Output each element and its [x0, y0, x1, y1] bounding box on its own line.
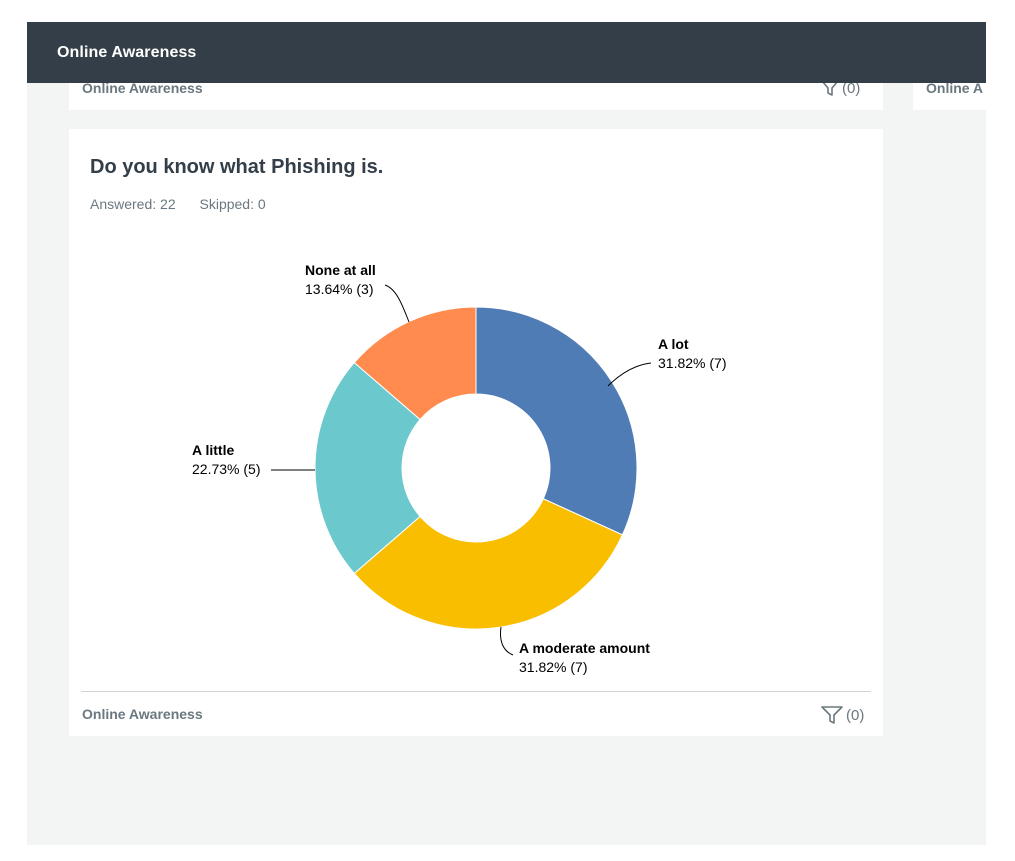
slice-value-label: 31.82% (7) — [658, 355, 726, 371]
slice-label: A moderate amount — [519, 640, 650, 656]
filter-button[interactable]: (0) — [821, 705, 864, 725]
slice-value-label: 22.73% (5) — [192, 461, 260, 477]
card-footer-label: Online Awareness — [82, 706, 203, 722]
card-divider — [81, 691, 871, 692]
filter-count: (0) — [846, 706, 865, 724]
leader-line — [384, 284, 410, 323]
question-card: Do you know what Phishing is. Answered: … — [69, 129, 883, 736]
donut-chart: A lot 31.82% (7) A moderate amount 31.82% (… — [192, 262, 726, 675]
slice-label: A lot — [658, 336, 689, 352]
filter-icon — [821, 706, 843, 724]
leader-line — [500, 626, 514, 656]
slice-value-label: 13.64% (3) — [305, 281, 373, 297]
slice-value-label: 31.82% (7) — [519, 659, 587, 675]
app-window: Online Awareness Online Awareness (0) On… — [27, 22, 986, 845]
header-title: Online Awareness — [57, 44, 197, 61]
slice-label: None at all — [305, 262, 376, 278]
leader-line — [607, 362, 652, 387]
slice-label: A little — [192, 442, 234, 458]
header-bar: Online Awareness — [27, 22, 986, 83]
donut-slice-a-lot[interactable] — [475, 306, 638, 536]
